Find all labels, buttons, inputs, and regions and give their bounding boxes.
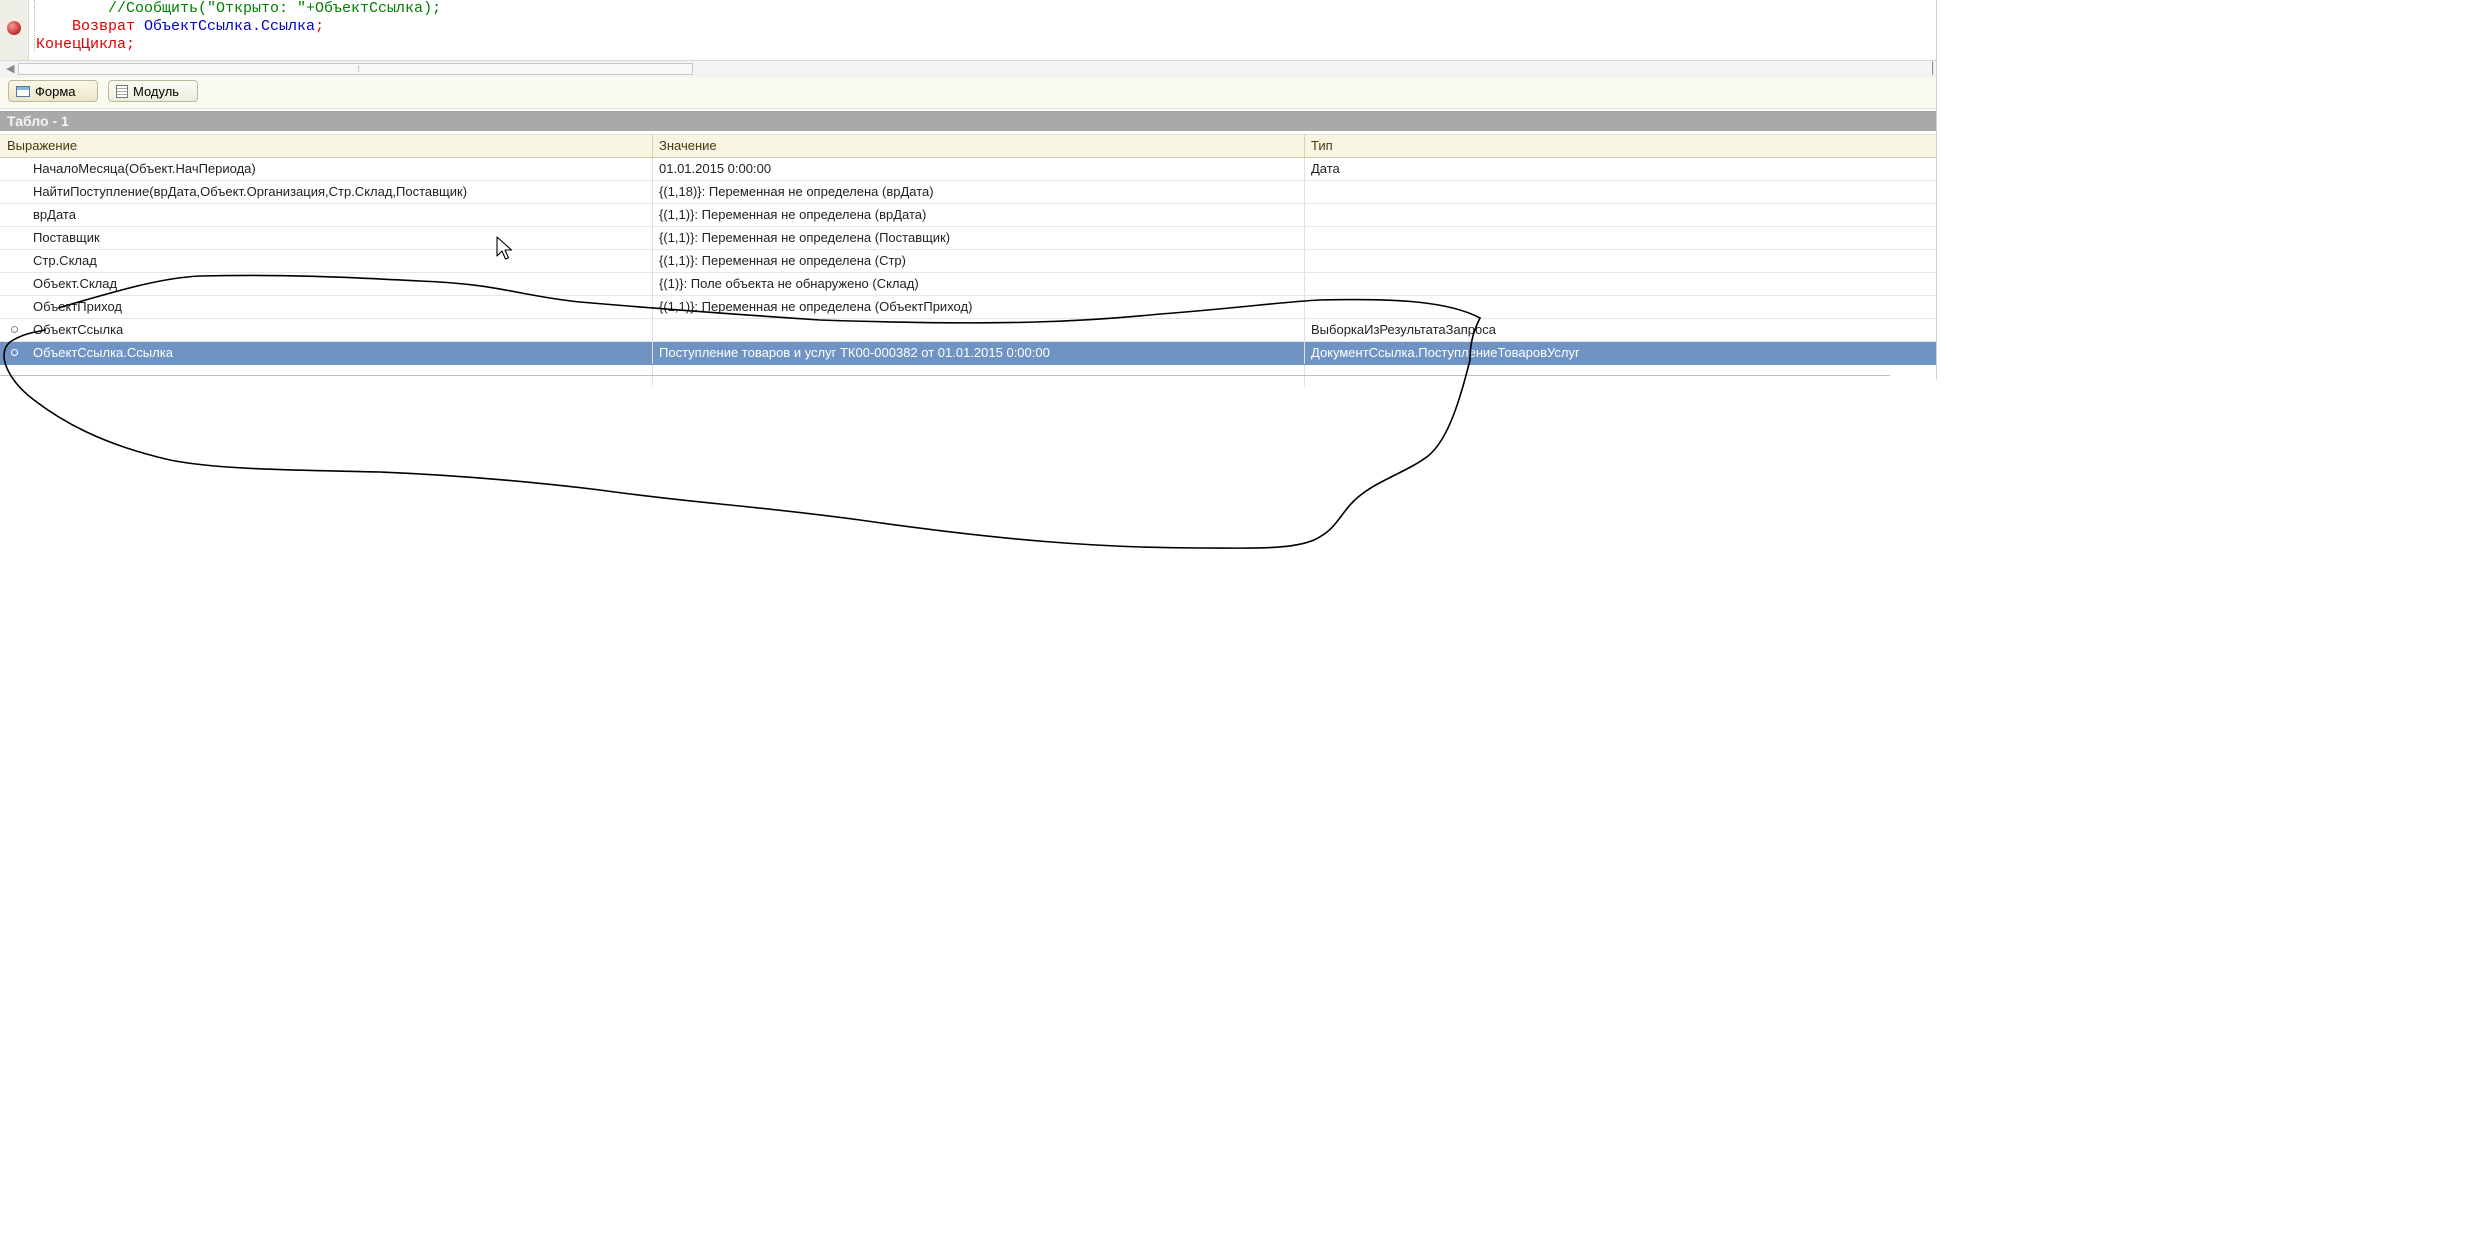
value-cell[interactable]: Поступление товаров и услуг ТК00-000382 …: [654, 342, 1305, 364]
table-row[interactable]: ОбъектСсылка ВыборкаИзРезультатаЗапроса: [0, 319, 1937, 342]
expression-text: Поставщик: [33, 230, 100, 245]
code-text[interactable]: //Сообщить("Открыто: "+ОбъектСсылка); Во…: [36, 0, 441, 54]
tab-module[interactable]: Модуль: [108, 80, 198, 102]
debugger-window: //Сообщить("Открыто: "+ОбъектСсылка); Во…: [0, 0, 1937, 387]
type-cell[interactable]: [1306, 250, 1937, 272]
column-header-type[interactable]: Тип: [1306, 135, 1937, 157]
form-icon: [16, 85, 30, 97]
editor-horizontal-scrollbar[interactable]: ◀ ⁝ ▕: [0, 60, 1937, 79]
window-right-edge: [1936, 0, 1937, 380]
expression-text: НачалоМесяца(Объект.НачПериода): [33, 161, 256, 176]
code-token: Возврат: [36, 18, 145, 35]
expression-text: врДата: [33, 207, 76, 222]
type-cell[interactable]: ДокументСсылка.ПоступлениеТоваровУслуг: [1306, 342, 1937, 364]
expression-cell[interactable]: НачалоМесяца(Объект.НачПериода): [0, 158, 653, 180]
type-cell[interactable]: [1306, 181, 1937, 203]
table-row[interactable]: НайтиПоступление(врДата,Объект.Организац…: [0, 181, 1937, 204]
watch-table: Выражение Значение Тип НачалоМесяца(Объе…: [0, 134, 1937, 387]
empty-cell[interactable]: [654, 365, 1305, 387]
expand-toggle-icon[interactable]: [11, 326, 18, 333]
table-row[interactable]: Объект.Склад {(1)}: Поле объекта не обнар…: [0, 273, 1937, 296]
table-row[interactable]: врДата {(1,1)}: Переменная не определена …: [0, 204, 1937, 227]
type-cell[interactable]: ВыборкаИзРезультатаЗапроса: [1306, 319, 1937, 341]
code-token: ОбъектСсылка.Ссылка: [144, 18, 316, 35]
expression-text: ОбъектСсылка: [33, 322, 124, 337]
expression-cell[interactable]: Объект.Склад: [0, 273, 653, 295]
fold-guide: [34, 0, 35, 52]
type-cell[interactable]: Дата: [1306, 158, 1937, 180]
editor-gutter[interactable]: [0, 0, 29, 60]
code-token: КонецЦикла: [36, 36, 127, 53]
value-cell[interactable]: 01.01.2015 0:00:00: [654, 158, 1305, 180]
table-row[interactable]: НачалоМесяца(Объект.НачПериода) 01.01.201…: [0, 158, 1937, 181]
watch-panel-title: Табло - 1: [0, 111, 1937, 131]
code-line[interactable]: КонецЦикла;: [36, 36, 441, 54]
expression-text: Стр.Склад: [33, 253, 97, 268]
mouse-cursor-icon: [496, 236, 513, 260]
tab-form[interactable]: Форма: [8, 80, 98, 102]
code-token: ;: [315, 18, 325, 35]
table-row[interactable]: ОбъектПриход {(1,1)}: Переменная не опред…: [0, 296, 1937, 319]
code-token: ;: [126, 36, 136, 53]
value-cell[interactable]: {(1,1)}: Переменная не определена (Поста…: [654, 227, 1305, 249]
expression-cell[interactable]: врДата: [0, 204, 653, 226]
type-cell[interactable]: [1306, 227, 1937, 249]
code-token: //Сообщить("Открыто: "+ОбъектСсылка);: [36, 0, 442, 17]
value-cell[interactable]: {(1,1)}: Переменная не определена (Объек…: [654, 296, 1305, 318]
expression-cell[interactable]: Стр.Склад: [0, 250, 653, 272]
expression-cell[interactable]: Поставщик: [0, 227, 653, 249]
tab-module-label: Модуль: [133, 83, 180, 99]
expression-text: НайтиПоступление(врДата,Объект.Организац…: [33, 184, 468, 199]
scrollbar-thumb[interactable]: ⁝: [18, 63, 693, 75]
type-cell[interactable]: [1306, 296, 1937, 318]
breakpoint-icon[interactable]: [7, 21, 21, 35]
scroll-right-icon[interactable]: ▕: [1925, 62, 1933, 75]
value-cell[interactable]: {(1)}: Поле объекта не обнаружено (Склад…: [654, 273, 1305, 295]
empty-cell[interactable]: [0, 365, 653, 387]
table-row[interactable]: Поставщик {(1,1)}: Переменная не определе…: [0, 227, 1937, 250]
editor-tabs: Форма Модуль: [0, 78, 1937, 109]
code-line[interactable]: Возврат ОбъектСсылка.Ссылка;: [36, 18, 441, 36]
scroll-left-icon[interactable]: ◀: [6, 62, 14, 75]
expression-cell[interactable]: ОбъектПриход: [0, 296, 653, 318]
code-editor[interactable]: //Сообщить("Открыто: "+ОбъектСсылка); Во…: [0, 0, 1937, 60]
expression-cell[interactable]: ОбъектСсылка: [0, 319, 653, 341]
expression-text: ОбъектСсылка.Ссылка: [33, 345, 173, 360]
column-header-value[interactable]: Значение: [654, 135, 1305, 157]
table-row[interactable]: ОбъектСсылка.Ссылка Поступление товаров и…: [0, 342, 1937, 365]
column-header-expression[interactable]: Выражение: [0, 135, 653, 157]
table-bottom-border: [0, 375, 1890, 376]
value-cell[interactable]: {(1,1)}: Переменная не определена (врДат…: [654, 204, 1305, 226]
type-cell[interactable]: [1306, 204, 1937, 226]
value-cell[interactable]: {(1,1)}: Переменная не определена (Стр): [654, 250, 1305, 272]
grip-icon: ⁝: [357, 64, 361, 75]
expand-toggle-icon[interactable]: [11, 349, 18, 356]
code-line[interactable]: //Сообщить("Открыто: "+ОбъектСсылка);: [36, 0, 441, 18]
table-row[interactable]: Стр.Склад {(1,1)}: Переменная не определе…: [0, 250, 1937, 273]
table-header: Выражение Значение Тип: [0, 134, 1937, 158]
value-cell[interactable]: {(1,18)}: Переменная не определена (врДа…: [654, 181, 1305, 203]
table-row-empty[interactable]: [0, 365, 1937, 387]
tab-form-label: Форма: [35, 83, 76, 99]
value-cell[interactable]: [654, 319, 1305, 341]
module-icon: [116, 84, 128, 98]
type-cell[interactable]: [1306, 273, 1937, 295]
expression-cell[interactable]: ОбъектСсылка.Ссылка: [0, 342, 653, 364]
expression-text: ОбъектПриход: [33, 299, 122, 314]
expression-cell[interactable]: НайтиПоступление(врДата,Объект.Организац…: [0, 181, 653, 203]
expression-text: Объект.Склад: [33, 276, 118, 291]
